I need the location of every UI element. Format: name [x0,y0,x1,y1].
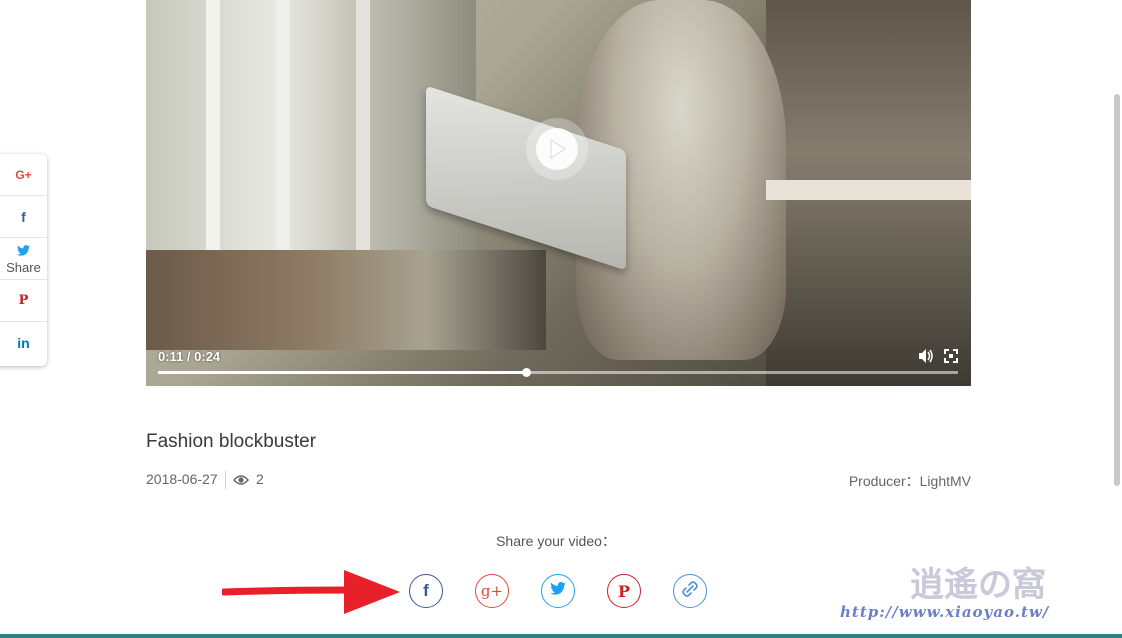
play-button[interactable] [526,118,588,180]
volume-icon[interactable] [918,348,934,364]
linkedin-icon: in [17,335,30,351]
share-facebook-button[interactable]: f [409,574,443,608]
eye-icon [233,473,249,485]
share-link-button[interactable] [673,574,707,608]
pinterest-icon: P [617,581,631,601]
side-share-label: Share [6,259,41,275]
arrow-annotation-icon [222,570,400,614]
side-share-google-plus[interactable]: G+ [0,154,47,196]
page-scrollbar[interactable] [1114,94,1120,486]
share-google-plus-button[interactable]: g+ [475,574,509,608]
facebook-icon: f [423,581,429,600]
pinterest-icon: P [18,293,29,308]
view-count: 2 [256,471,264,487]
twitter-icon [550,582,566,600]
video-title: Fashion blockbuster [146,431,317,452]
share-twitter-button[interactable] [541,574,575,608]
time-display: 0:11 / 0:24 [158,349,221,364]
link-icon [682,580,698,602]
share-pinterest-button[interactable]: P [607,574,641,608]
floating-share-bar: G+ f Share P in [0,154,47,366]
side-share-linkedin[interactable]: in [0,322,47,364]
side-share-pinterest[interactable]: P [0,280,47,322]
play-icon [536,128,578,170]
video-meta: 2018-06-27 2 Producer：LightMV [146,471,971,489]
watermark-url: http://www.xiaoyao.tw/ [840,603,1050,621]
side-share-facebook[interactable]: f [0,196,47,238]
video-frame-block [146,250,546,350]
progress-fill [158,371,526,374]
progress-knob[interactable] [522,368,531,377]
video-player[interactable]: 0:11 / 0:24 [146,0,971,386]
google-plus-icon: G+ [15,167,32,182]
side-share-twitter[interactable]: Share [0,238,47,280]
bottom-border [0,634,1122,638]
progress-bar[interactable] [158,368,958,377]
producer: Producer：LightMV [848,473,971,489]
twitter-icon [17,243,30,261]
share-caption: Share your video： [496,533,616,549]
google-plus-icon: g+ [480,582,504,600]
video-frame-glitch [766,180,971,200]
watermark: 逍遙の窩 http://www.xiaoyao.tw/ [840,555,1110,625]
publish-date: 2018-06-27 [146,471,218,487]
fullscreen-icon[interactable] [943,348,959,364]
meta-divider [225,471,226,489]
watermark-logo: 逍遙の窩 [910,565,1046,605]
facebook-icon: f [21,208,26,225]
